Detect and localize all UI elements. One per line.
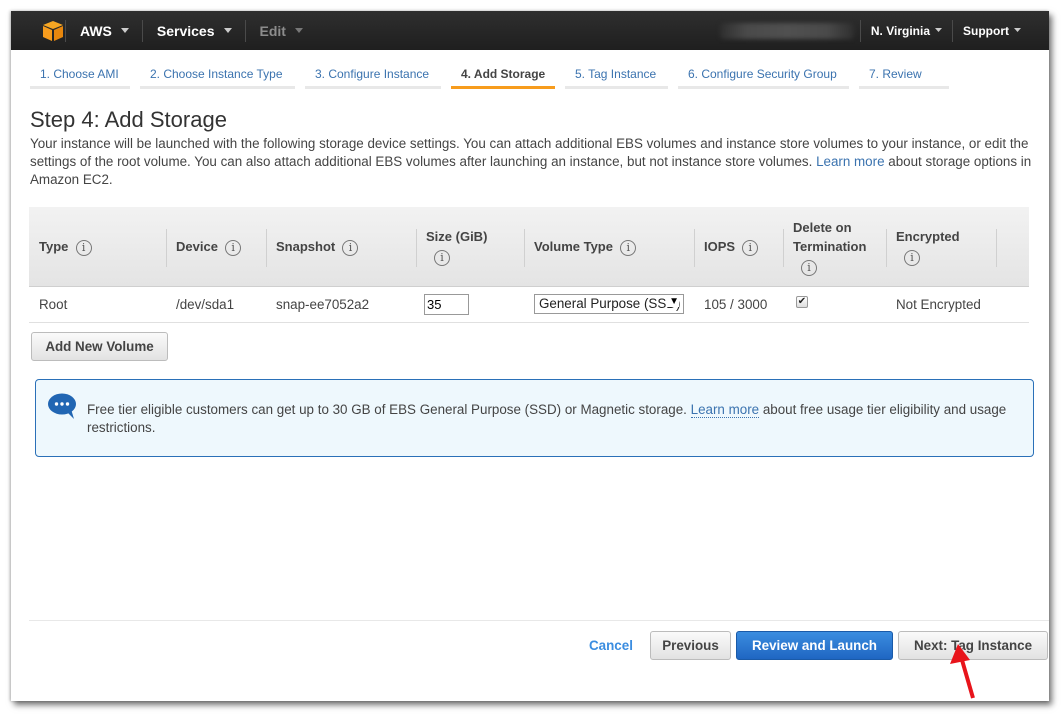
column-header-size: Size (GiB) i (416, 207, 524, 287)
header-label: Encrypted (896, 229, 960, 244)
cell-encrypted: Not Encrypted (896, 297, 981, 312)
review-and-launch-button[interactable]: Review and Launch (736, 631, 893, 660)
column-header-delete-on-termination: Delete on Termination i (783, 207, 886, 287)
chevron-down-icon (223, 28, 232, 33)
wizard-step-choose-instance-type[interactable]: 2. Choose Instance Type (140, 63, 295, 89)
chevron-down-icon (935, 28, 942, 33)
wizard-step-configure-instance[interactable]: 3. Configure Instance (305, 63, 441, 89)
page-title: Step 4: Add Storage (30, 107, 227, 132)
services-menu-label: Services (156, 22, 215, 39)
table-header: Type i Device i Snapshot i Size (GiB) i V… (29, 207, 1029, 287)
checkmark-icon: ✔ (797, 296, 807, 307)
chevron-down-icon (120, 28, 129, 33)
delete-on-termination-checkbox[interactable]: ✔ (796, 296, 808, 308)
header-label: Delete on (793, 220, 852, 235)
cancel-link[interactable]: Cancel (589, 638, 633, 653)
header-label: Termination (793, 239, 867, 254)
aws-cube-logo-icon[interactable] (11, 11, 65, 50)
edit-menu[interactable]: Edit (246, 11, 316, 50)
aws-menu[interactable]: AWS (66, 11, 142, 50)
column-divider (996, 229, 997, 267)
wizard-steps: 1. Choose AMI 2. Choose Instance Type 3.… (30, 63, 959, 89)
cell-iops: 105 / 3000 (704, 297, 768, 312)
info-icon[interactable]: i (742, 239, 759, 256)
account-name-redacted[interactable] (720, 23, 854, 39)
header-label: Device (176, 239, 218, 254)
region-menu[interactable]: N. Virginia (861, 11, 952, 50)
header-label: Type (39, 239, 69, 254)
support-menu[interactable]: Support (953, 11, 1049, 50)
browser-window: AWS Services Edit N. Virginia Support 1.… (11, 11, 1049, 701)
column-header-device: Device i (166, 207, 266, 287)
free-tier-message: Free tier eligible customers can get up … (87, 401, 1027, 437)
free-tier-text: Free tier eligible customers can get up … (87, 402, 691, 417)
learn-more-free-tier-link[interactable]: Learn more (690, 402, 760, 418)
info-icon[interactable]: i (225, 239, 242, 256)
dropdown-arrow-icon: ▼ (666, 296, 679, 307)
header-label: Volume Type (534, 239, 613, 254)
learn-more-storage-link[interactable]: Learn more (816, 154, 884, 169)
chevron-down-icon (1014, 28, 1021, 33)
info-icon[interactable]: i (342, 239, 359, 256)
column-header-iops: IOPS i (694, 207, 783, 287)
chat-bubble-icon (47, 393, 77, 421)
region-label: N. Virginia (870, 23, 930, 38)
support-label: Support (963, 23, 1009, 38)
info-icon[interactable]: i (801, 259, 817, 276)
cell-device: /dev/sda1 (176, 297, 235, 312)
previous-button[interactable]: Previous (650, 631, 731, 660)
column-header-snapshot: Snapshot i (266, 207, 416, 287)
edit-menu-label: Edit (259, 22, 286, 39)
cell-type: Root (39, 297, 68, 312)
services-menu[interactable]: Services (143, 11, 245, 50)
page-description: Your instance will be launched with the … (30, 135, 1045, 189)
info-icon[interactable]: i (75, 239, 92, 256)
info-icon[interactable]: i (620, 239, 637, 256)
free-tier-info-box: Free tier eligible customers can get up … (35, 379, 1034, 457)
aws-menu-label: AWS (80, 22, 112, 39)
wizard-step-add-storage[interactable]: 4. Add Storage (451, 63, 555, 89)
column-header-type: Type i (29, 207, 166, 287)
wizard-step-review[interactable]: 7. Review (859, 63, 949, 89)
column-header-encrypted: Encrypted i (886, 207, 996, 287)
wizard-step-tag-instance[interactable]: 5. Tag Instance (565, 63, 668, 89)
footer-divider (29, 620, 1049, 621)
volume-type-select[interactable]: General Purpose (SSD) ▼ (534, 294, 684, 314)
chevron-down-icon (294, 28, 303, 33)
table-row: Root /dev/sda1 snap-ee7052a2 General Pur… (29, 287, 1029, 323)
info-icon[interactable]: i (434, 249, 450, 266)
header-label: Size (GiB) (426, 229, 488, 244)
header-label: IOPS (704, 239, 736, 254)
next-tag-instance-button[interactable]: Next: Tag Instance (898, 631, 1048, 660)
storage-table: Type i Device i Snapshot i Size (GiB) i V… (29, 207, 1029, 323)
header-label: Snapshot (276, 239, 336, 254)
info-icon[interactable]: i (904, 249, 920, 266)
top-navigation-bar: AWS Services Edit N. Virginia Support (11, 11, 1049, 50)
wizard-step-configure-security-group[interactable]: 6. Configure Security Group (678, 63, 849, 89)
volume-type-value: General Purpose (SSD) (539, 296, 681, 311)
column-header-volume-type: Volume Type i (524, 207, 694, 287)
size-input[interactable] (424, 294, 469, 315)
cell-snapshot: snap-ee7052a2 (276, 297, 370, 312)
wizard-step-choose-ami[interactable]: 1. Choose AMI (30, 63, 130, 89)
add-new-volume-button[interactable]: Add New Volume (31, 332, 168, 361)
